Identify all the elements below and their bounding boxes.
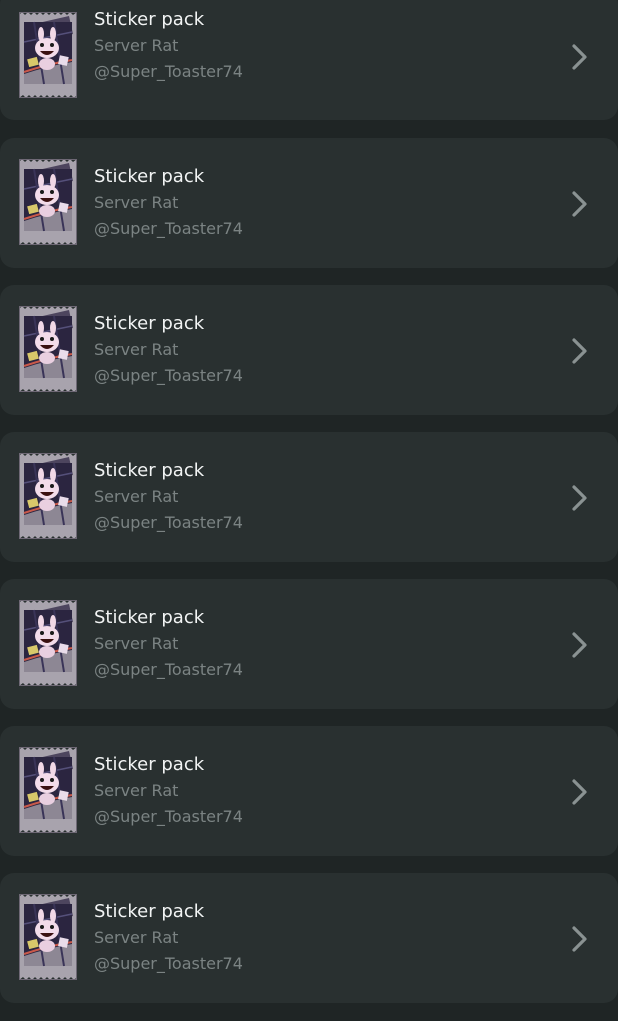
sticker-pack-title: Sticker pack [94, 607, 205, 628]
chevron-right-icon[interactable] [569, 777, 591, 807]
sticker-pack-title: Sticker pack [94, 313, 205, 334]
chevron-right-icon[interactable] [569, 924, 591, 954]
sticker-pack-title: Sticker pack [94, 166, 205, 187]
sticker-pack-title: Sticker pack [94, 460, 205, 481]
sticker-pack-author: @Super_Toaster74 [94, 219, 243, 238]
sticker-pack-author: @Super_Toaster74 [94, 62, 243, 81]
sticker-pack-list: Sticker pack Server Rat @Super_Toaster74… [0, 0, 618, 1021]
sticker-pack-card[interactable]: Sticker pack Server Rat @Super_Toaster74 [0, 726, 618, 856]
sticker-pack-thumbnail [19, 747, 77, 833]
sticker-pack-card[interactable]: Sticker pack Server Rat @Super_Toaster74 [0, 873, 618, 1003]
sticker-pack-thumbnail [19, 12, 77, 98]
sticker-pack-thumbnail [19, 159, 77, 245]
sticker-pack-card[interactable]: Sticker pack Server Rat @Super_Toaster74 [0, 432, 618, 562]
sticker-pack-subtitle: Server Rat [94, 193, 179, 212]
chevron-right-icon[interactable] [569, 42, 591, 72]
sticker-pack-card[interactable]: Sticker pack Server Rat @Super_Toaster74 [0, 285, 618, 415]
sticker-pack-thumbnail [19, 453, 77, 539]
sticker-pack-title: Sticker pack [94, 754, 205, 775]
sticker-pack-title: Sticker pack [94, 901, 205, 922]
sticker-pack-thumbnail [19, 600, 77, 686]
sticker-pack-card[interactable]: Sticker pack Server Rat @Super_Toaster74 [0, 138, 618, 268]
chevron-right-icon[interactable] [569, 630, 591, 660]
sticker-pack-thumbnail [19, 306, 77, 392]
sticker-pack-subtitle: Server Rat [94, 634, 179, 653]
chevron-right-icon[interactable] [569, 483, 591, 513]
sticker-pack-thumbnail [19, 894, 77, 980]
sticker-pack-card[interactable]: Sticker pack Server Rat @Super_Toaster74 [0, 579, 618, 709]
sticker-pack-author: @Super_Toaster74 [94, 954, 243, 973]
sticker-pack-author: @Super_Toaster74 [94, 660, 243, 679]
sticker-pack-author: @Super_Toaster74 [94, 366, 243, 385]
sticker-pack-author: @Super_Toaster74 [94, 513, 243, 532]
chevron-right-icon[interactable] [569, 336, 591, 366]
sticker-pack-author: @Super_Toaster74 [94, 807, 243, 826]
sticker-pack-card[interactable]: Sticker pack Server Rat @Super_Toaster74 [0, 0, 618, 120]
sticker-pack-subtitle: Server Rat [94, 340, 179, 359]
sticker-pack-subtitle: Server Rat [94, 36, 179, 55]
sticker-pack-subtitle: Server Rat [94, 487, 179, 506]
sticker-pack-subtitle: Server Rat [94, 781, 179, 800]
sticker-pack-subtitle: Server Rat [94, 928, 179, 947]
sticker-pack-title: Sticker pack [94, 9, 205, 30]
chevron-right-icon[interactable] [569, 189, 591, 219]
